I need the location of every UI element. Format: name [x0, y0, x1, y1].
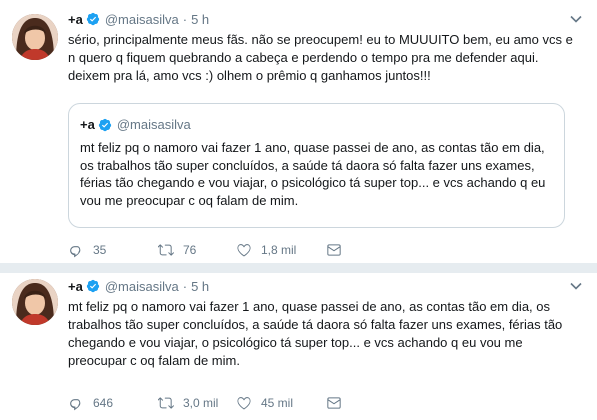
- timestamp[interactable]: 5 h: [191, 12, 209, 27]
- tweet-actions: 646 3,0 mil 45 mil: [68, 393, 416, 413]
- like-count: 1,8 mil: [261, 243, 297, 257]
- timestamp[interactable]: 5 h: [191, 279, 209, 294]
- tweet-actions: 35 76 1,8 mil: [68, 240, 416, 260]
- chevron-down-icon[interactable]: [569, 12, 583, 26]
- heart-icon: [237, 397, 251, 410]
- reply-count: 646: [93, 396, 114, 410]
- like-count: 45 mil: [261, 396, 294, 410]
- retweet-button[interactable]: 3,0 mil: [158, 395, 236, 411]
- tweet-header: +a @maisasilva · 5 h: [68, 10, 209, 28]
- like-button[interactable]: 1,8 mil: [236, 242, 326, 258]
- tweet[interactable]: +a @maisasilva · 5 h mt feliz pq o namor…: [0, 273, 597, 420]
- reply-button[interactable]: 646: [68, 395, 158, 411]
- reply-icon: [70, 399, 81, 411]
- retweet-icon: [158, 397, 174, 409]
- direct-message-button[interactable]: [326, 395, 416, 411]
- retweet-icon: [158, 244, 174, 256]
- separator-dot: ·: [182, 11, 188, 27]
- retweet-count: 3,0 mil: [183, 396, 219, 410]
- tweet-separator: [0, 263, 597, 273]
- quoted-author-name: +a: [80, 117, 95, 132]
- quoted-tweet[interactable]: +a @maisasilva mt feliz pq o namoro vai …: [68, 103, 565, 228]
- avatar[interactable]: [12, 279, 58, 325]
- direct-message-button[interactable]: [326, 242, 416, 258]
- reply-icon: [70, 246, 81, 258]
- envelope-icon: [327, 397, 341, 409]
- reply-count: 35: [93, 243, 107, 257]
- author-handle[interactable]: @maisasilva: [105, 12, 179, 27]
- envelope-icon: [327, 244, 341, 256]
- tweet-text: mt feliz pq o namoro vai fazer 1 ano, qu…: [68, 299, 563, 368]
- chevron-down-icon[interactable]: [569, 279, 583, 293]
- separator-dot: ·: [182, 278, 188, 294]
- quoted-author-handle: @maisasilva: [116, 117, 191, 132]
- avatar[interactable]: [12, 14, 58, 60]
- quoted-tweet-header: +a @maisasilva: [80, 117, 191, 132]
- like-button[interactable]: 45 mil: [236, 395, 326, 411]
- retweet-button[interactable]: 76: [158, 242, 236, 258]
- tweet[interactable]: +a @maisasilva · 5 h sério, principalmen…: [0, 0, 597, 263]
- author-handle[interactable]: @maisasilva: [105, 279, 179, 294]
- verified-badge-icon: [86, 12, 100, 26]
- verified-badge-icon: [86, 279, 100, 293]
- heart-icon: [237, 244, 251, 257]
- author-name[interactable]: +a: [68, 12, 83, 27]
- reply-button[interactable]: 35: [68, 242, 158, 258]
- retweet-count: 76: [183, 243, 197, 257]
- author-name[interactable]: +a: [68, 279, 83, 294]
- quoted-tweet-text: mt feliz pq o namoro vai fazer 1 ano, qu…: [80, 140, 546, 208]
- tweet-header: +a @maisasilva · 5 h: [68, 277, 209, 295]
- verified-badge-icon: [98, 118, 112, 132]
- tweet-text: sério, principalmente meus fãs. não se p…: [68, 32, 573, 83]
